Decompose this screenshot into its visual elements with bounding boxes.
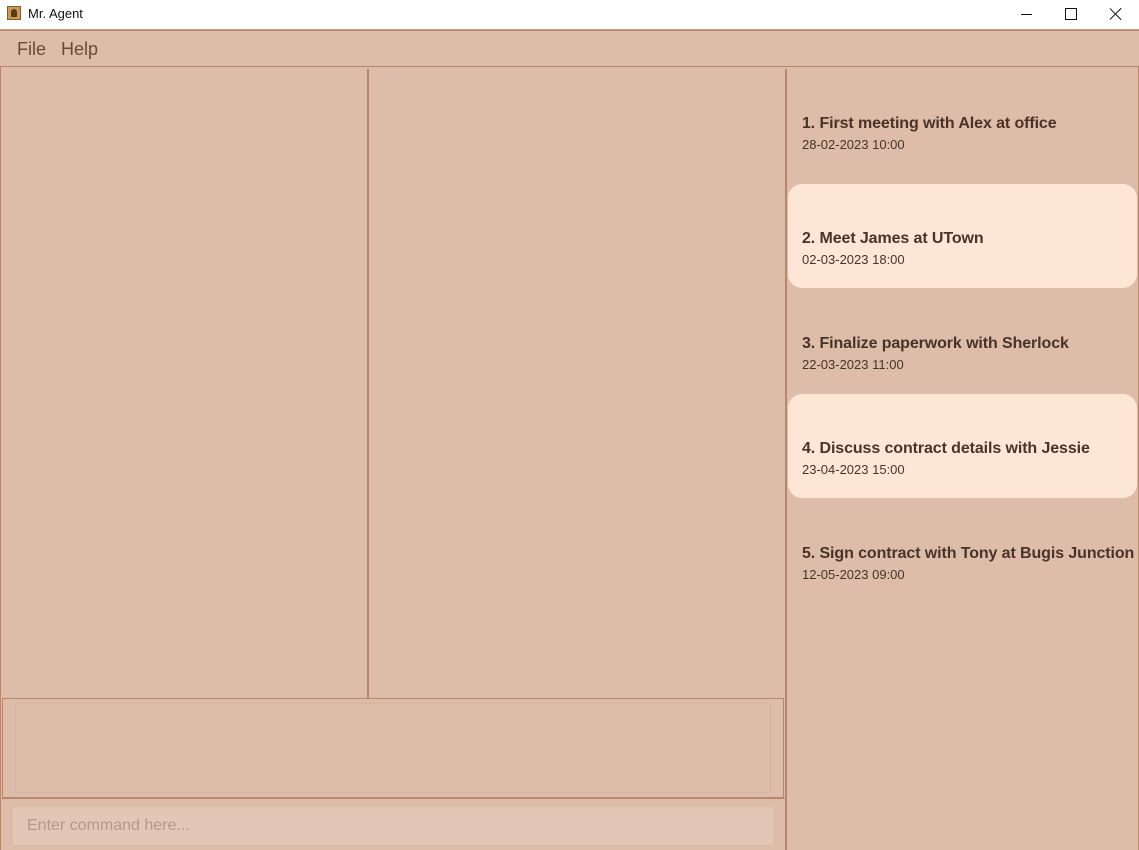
list-panel-middle[interactable] — [369, 69, 785, 698]
result-display — [2, 698, 784, 798]
title-bar: Mr. Agent — [0, 0, 1139, 30]
result-display-text[interactable] — [15, 703, 771, 793]
menu-file[interactable]: File — [17, 39, 46, 60]
event-datetime: 12-05-2023 09:00 — [802, 567, 905, 582]
event-datetime: 28-02-2023 10:00 — [802, 137, 905, 152]
event-datetime: 02-03-2023 18:00 — [802, 252, 905, 267]
command-box — [2, 798, 785, 850]
close-icon — [1110, 8, 1122, 20]
event-title: 5. Sign contract with Tony at Bugis Junc… — [802, 545, 1135, 562]
window-title: Mr. Agent — [28, 6, 83, 21]
event-list[interactable]: 1. First meeting with Alex at office 28-… — [787, 69, 1138, 850]
event-title: 1. First meeting with Alex at office — [802, 115, 1057, 132]
menu-help[interactable]: Help — [61, 39, 98, 60]
event-title: 4. Discuss contract details with Jessie — [802, 440, 1090, 457]
command-input[interactable] — [13, 807, 773, 845]
close-button[interactable] — [1093, 0, 1139, 28]
event-datetime: 22-03-2023 11:00 — [802, 357, 904, 372]
maximize-icon — [1065, 8, 1077, 20]
event-datetime: 23-04-2023 15:00 — [802, 462, 905, 477]
menu-bar: File Help — [0, 30, 1139, 67]
list-panel-left[interactable] — [1, 69, 367, 698]
event-card[interactable]: 2. Meet James at UTown 02-03-2023 18:00 — [788, 184, 1137, 288]
event-card[interactable]: 3. Finalize paperwork with Sherlock 22-0… — [788, 289, 1137, 393]
event-title: 3. Finalize paperwork with Sherlock — [802, 335, 1069, 352]
app-icon — [7, 6, 21, 20]
minimize-icon — [1020, 13, 1032, 15]
maximize-button[interactable] — [1048, 0, 1094, 28]
minimize-button[interactable] — [1003, 0, 1049, 28]
event-card[interactable]: 4. Discuss contract details with Jessie … — [788, 394, 1137, 498]
event-card[interactable]: 5. Sign contract with Tony at Bugis Junc… — [788, 499, 1137, 603]
event-title: 2. Meet James at UTown — [802, 230, 984, 247]
event-card[interactable]: 1. First meeting with Alex at office 28-… — [788, 69, 1137, 173]
